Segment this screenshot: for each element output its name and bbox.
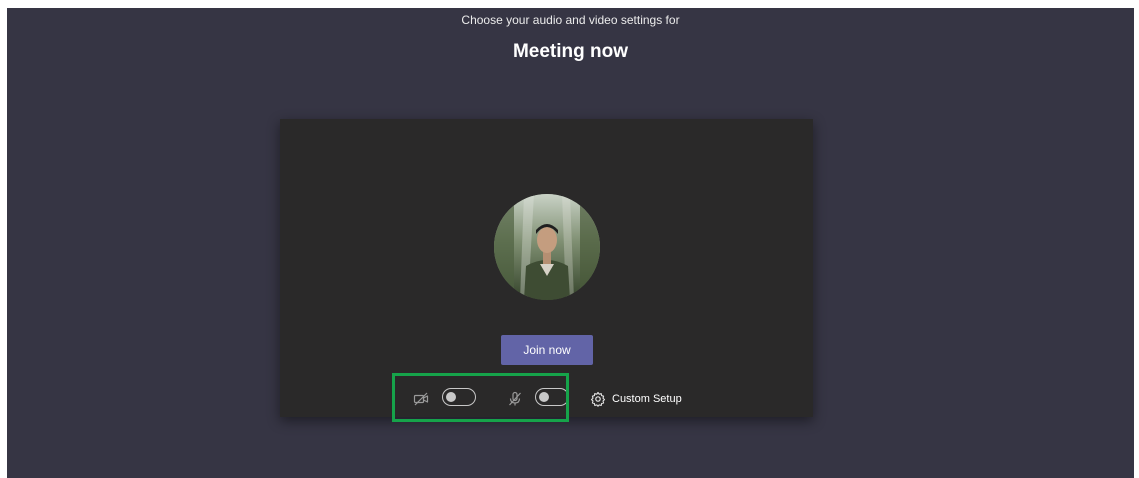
top-window-strip (7, 0, 1134, 8)
join-now-button[interactable]: Join now (501, 335, 593, 365)
custom-setup-button[interactable]: Custom Setup (590, 389, 682, 409)
teams-prejoin-screen: Choose your audio and video settings for… (7, 0, 1134, 478)
avatar-photo (494, 194, 600, 300)
user-avatar (494, 194, 600, 300)
settings-subtitle: Choose your audio and video settings for (461, 13, 680, 27)
meeting-title: Meeting now (512, 41, 629, 62)
custom-setup-label: Custom Setup (612, 393, 682, 405)
gear-icon (590, 391, 606, 407)
annotation-highlight-box (392, 373, 569, 422)
